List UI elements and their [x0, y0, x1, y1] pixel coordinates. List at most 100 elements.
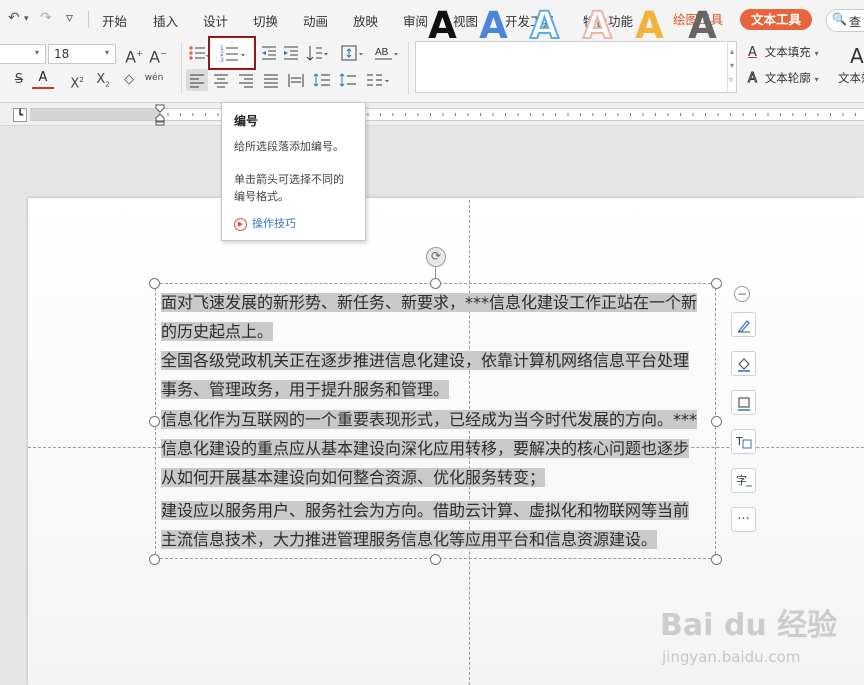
play-icon: ▶: [234, 217, 247, 231]
phonetic-guide-button[interactable]: wén: [143, 67, 165, 89]
undo-dropdown-icon[interactable]: ▾: [24, 14, 29, 24]
text-style-blue-outline[interactable]: A: [522, 5, 567, 47]
text-effect-button[interactable]: 文本效: [838, 70, 864, 86]
increase-indent-icon: [284, 46, 298, 60]
menu-divider: [88, 11, 89, 28]
font-name-combo[interactable]: ▾: [0, 44, 46, 64]
numbering-tooltip: 编号 给所选段落添加编号。 单击箭头可选择不同的 编号格式。 ▶ 操作技巧: [221, 102, 366, 241]
rotate-handle-icon[interactable]: ⟳: [426, 247, 446, 267]
indent-marker[interactable]: [155, 104, 165, 126]
align-left-button[interactable]: [186, 69, 208, 91]
font-size-combo[interactable]: 18 ▾: [48, 44, 116, 64]
expand-gallery-icon: ▿: [729, 75, 734, 84]
align-left-icon: [190, 74, 204, 88]
justify-button[interactable]: [263, 72, 279, 91]
text-style-pink-outline[interactable]: A: [575, 5, 620, 47]
menu-animation[interactable]: 动画: [303, 11, 328, 30]
text-fill-icon: A: [748, 45, 757, 60]
align-center-button[interactable]: [213, 72, 229, 91]
paragraph-spacing-button[interactable]: [313, 72, 331, 91]
paragraph-spacing-2-button[interactable]: [339, 72, 357, 91]
ribbon-divider: [181, 42, 182, 94]
chevron-up-icon: ▴: [730, 47, 735, 56]
shrink-font-button[interactable]: A−: [147, 43, 169, 66]
indent-marker-icon: [155, 104, 165, 126]
paragraph-1[interactable]: 面对飞速发展的新形势、新任务、新要求，***信息化建设工作正站在一个新 的历史起点…: [161, 288, 709, 346]
tooltip-tips-link[interactable]: ▶ 操作技巧: [234, 215, 296, 231]
resize-handle-top-right[interactable]: [711, 278, 722, 289]
svg-text:AB: AB: [375, 47, 389, 58]
bullets-button[interactable]: [188, 44, 210, 65]
align-right-icon: [239, 74, 253, 88]
redo-icon[interactable]: ↷: [40, 10, 52, 26]
tab-stop-selector[interactable]: ┗: [13, 108, 27, 122]
columns-button[interactable]: [366, 72, 392, 91]
search-box[interactable]: 🔍 查: [826, 9, 864, 32]
ribbon-divider: [408, 42, 409, 94]
numbering-button[interactable]: 123: [208, 36, 256, 70]
text-outline-label: 文本轮廓: [764, 71, 811, 85]
paragraph-3[interactable]: 信息化作为互联网的一个重要表现形式，已经成为当今时代发展的方向。*** 信息化建设…: [161, 405, 709, 492]
more-options-button[interactable]: ···: [731, 507, 756, 532]
customize-toolbar-icon[interactable]: ▿: [66, 10, 73, 26]
text-format-icon: 字: [736, 473, 752, 487]
shape-fill-button[interactable]: [731, 351, 756, 376]
columns-icon: [367, 74, 389, 86]
resize-handle-left[interactable]: [149, 416, 160, 427]
tooltip-description: 给所选段落添加编号。: [234, 140, 344, 153]
text-style-blue[interactable]: A: [471, 6, 516, 46]
chevron-down-icon: ▾: [814, 75, 819, 84]
menu-transition[interactable]: 切换: [253, 11, 278, 30]
text-effect-icon[interactable]: A: [850, 44, 864, 68]
align-text-button[interactable]: [340, 44, 366, 65]
resize-handle-bottom-right[interactable]: [711, 554, 722, 565]
text-style-orange[interactable]: A: [627, 6, 672, 46]
text-fill-button[interactable]: A 文本填充 ▾: [748, 44, 819, 60]
decrease-indent-button[interactable]: [260, 44, 278, 65]
undo-icon[interactable]: ↶: [8, 10, 20, 26]
text-direction-icon: [306, 46, 328, 61]
resize-handle-right[interactable]: [711, 416, 722, 427]
increase-indent-button[interactable]: [282, 44, 300, 65]
font-size-value: 18: [54, 47, 70, 61]
paragraph-spacing-icon: [339, 73, 356, 87]
chevron-down-icon: ▾: [105, 48, 110, 57]
superscript-button[interactable]: X2: [66, 69, 88, 91]
text-wrap-button[interactable]: 字: [731, 468, 756, 493]
grow-font-button[interactable]: A+: [123, 43, 145, 66]
chevron-down-icon: ▾: [35, 48, 40, 57]
shape-style-button[interactable]: [731, 312, 756, 337]
resize-handle-bottom[interactable]: [430, 554, 441, 565]
text-style-black[interactable]: A: [420, 6, 465, 46]
text-style-gallery[interactable]: [415, 41, 737, 93]
text-box-format-button[interactable]: T: [731, 429, 756, 454]
tab-text-tools[interactable]: 文本工具: [740, 9, 813, 30]
menu-home[interactable]: 开始: [102, 11, 127, 30]
paragraph-4[interactable]: 建设应以服务用户、服务社会为方向。借助云计算、虚拟化和物联网等当前 主流信息技术，…: [161, 496, 709, 554]
text-direction-button[interactable]: [306, 44, 330, 65]
search-label: 查: [849, 15, 862, 29]
watermark-logo: Bai du 经验: [660, 608, 838, 643]
menu-slideshow[interactable]: 放映: [353, 11, 378, 30]
menu-insert[interactable]: 插入: [153, 11, 178, 30]
tooltip-hint-line-2: 编号格式。: [234, 190, 289, 203]
menu-design[interactable]: 设计: [203, 11, 228, 30]
font-color-button[interactable]: A: [32, 69, 54, 89]
distributed-align-button[interactable]: [288, 72, 304, 91]
resize-handle-top-left[interactable]: [149, 278, 160, 289]
collapse-toolbar-icon[interactable]: −: [734, 286, 750, 302]
line-spacing-button[interactable]: AB: [374, 44, 400, 65]
shape-outline-button[interactable]: [731, 390, 756, 415]
align-right-button[interactable]: [238, 72, 254, 91]
subscript-button[interactable]: X2: [92, 69, 114, 91]
clear-format-icon[interactable]: ◇: [118, 69, 140, 91]
strikethrough-button[interactable]: S: [8, 69, 30, 91]
text-outline-button[interactable]: A 文本轮廓 ▾: [748, 70, 819, 87]
text-fill-label: 文本填充: [764, 45, 811, 59]
text-style-gray[interactable]: A: [680, 6, 725, 46]
chevron-down-icon: ▾: [814, 49, 819, 58]
svg-text:3: 3: [220, 57, 224, 64]
paragraph-2[interactable]: 全国各级党政机关正在逐步推进信息化建设，依靠计算机网络信息平台处理 事务、管理政务…: [161, 346, 709, 404]
gallery-scrollbar[interactable]: ▴ ▾ ▿: [727, 41, 740, 93]
resize-handle-bottom-left[interactable]: [149, 554, 160, 565]
